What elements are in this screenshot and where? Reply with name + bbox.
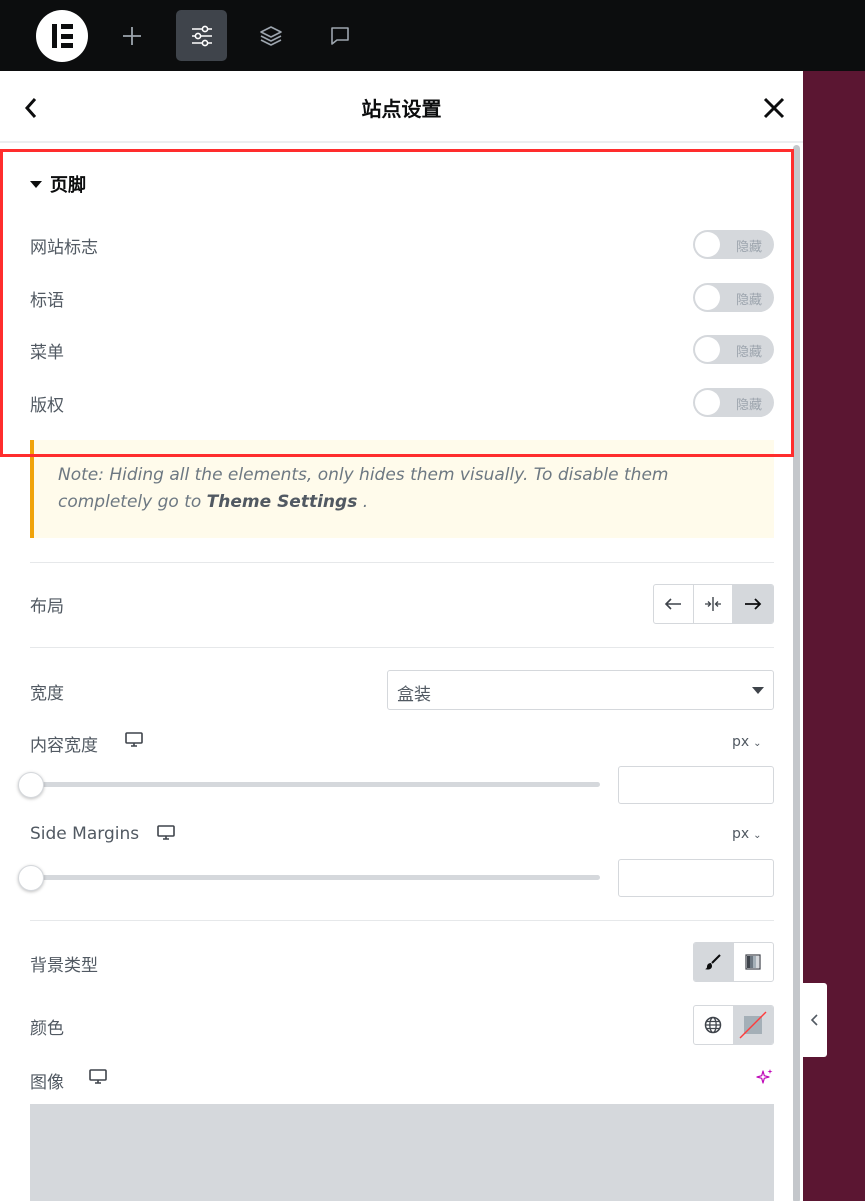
sliders-icon bbox=[191, 25, 212, 46]
side-margins-slider-track[interactable] bbox=[30, 875, 600, 880]
sparkle-icon[interactable] bbox=[756, 1068, 774, 1086]
desktop-icon[interactable] bbox=[125, 732, 143, 748]
brush-icon bbox=[705, 954, 721, 970]
layout-left-button[interactable] bbox=[654, 585, 694, 623]
notice-end: . bbox=[357, 492, 369, 512]
content-width-slider-handle[interactable] bbox=[18, 772, 44, 798]
theme-settings-link[interactable]: Theme Settings bbox=[207, 492, 358, 512]
chevron-left-icon bbox=[810, 1014, 818, 1026]
color-picker-swatch[interactable] bbox=[733, 1006, 773, 1044]
layout-right-button[interactable] bbox=[733, 585, 773, 623]
close-icon bbox=[763, 97, 785, 119]
section-divider bbox=[30, 562, 774, 563]
chat-icon bbox=[330, 26, 349, 45]
collapse-panel-button[interactable] bbox=[803, 983, 827, 1057]
side-margins-input[interactable] bbox=[618, 859, 774, 897]
scrollbar-thumb[interactable] bbox=[793, 145, 800, 1201]
background-type-group bbox=[693, 942, 774, 982]
arrow-right-icon bbox=[745, 598, 762, 610]
section-divider bbox=[30, 647, 774, 648]
background-classic-button[interactable] bbox=[694, 943, 734, 981]
unit-text: px bbox=[732, 826, 750, 842]
chevron-down-icon: ⌄ bbox=[753, 738, 762, 749]
caret-down-icon bbox=[752, 687, 764, 694]
highlight-box bbox=[0, 149, 794, 457]
plus-icon bbox=[122, 26, 141, 45]
width-select-value: 盒装 bbox=[397, 685, 431, 705]
image-chooser[interactable] bbox=[30, 1104, 774, 1201]
color-control-group bbox=[693, 1005, 774, 1045]
layers-icon bbox=[259, 25, 282, 46]
site-settings-panel: 站点设置 页脚 网站标志 隐藏 标语 隐藏 菜单 隐藏 版权 隐藏 Note: … bbox=[0, 71, 803, 1201]
layout-button-group bbox=[653, 584, 774, 624]
layout-label: 布局 bbox=[30, 597, 64, 617]
side-margins-label: Side Margins bbox=[30, 824, 140, 844]
editor-topbar bbox=[0, 0, 865, 71]
globe-icon bbox=[705, 1016, 722, 1034]
layout-center-button[interactable] bbox=[694, 585, 734, 623]
global-colors-button[interactable] bbox=[694, 1006, 734, 1044]
chevron-down-icon: ⌄ bbox=[753, 830, 762, 841]
no-color-icon bbox=[739, 1011, 767, 1039]
page-title: 站点设置 bbox=[361, 97, 442, 121]
close-button[interactable] bbox=[759, 93, 789, 123]
background-gradient-button[interactable] bbox=[734, 943, 774, 981]
content-width-label: 内容宽度 bbox=[30, 736, 98, 756]
width-select[interactable]: 盒装 bbox=[387, 670, 774, 710]
side-margins-unit[interactable]: px ⌄ bbox=[732, 826, 762, 842]
structure-button[interactable] bbox=[245, 10, 296, 61]
image-label: 图像 bbox=[30, 1073, 64, 1093]
content-width-input[interactable] bbox=[618, 766, 774, 804]
color-label: 颜色 bbox=[30, 1019, 64, 1039]
desktop-icon[interactable] bbox=[89, 1069, 107, 1085]
desktop-icon[interactable] bbox=[157, 825, 175, 841]
site-settings-button[interactable] bbox=[176, 10, 227, 61]
header-divider bbox=[0, 141, 803, 143]
gradient-icon bbox=[745, 954, 761, 970]
comments-button[interactable] bbox=[314, 10, 365, 61]
width-label: 宽度 bbox=[30, 684, 64, 704]
unit-text: px bbox=[732, 734, 750, 750]
content-width-slider-track[interactable] bbox=[30, 782, 600, 787]
elementor-logo[interactable] bbox=[36, 10, 88, 62]
section-divider bbox=[30, 920, 774, 921]
background-type-label: 背景类型 bbox=[30, 956, 98, 976]
content-width-unit[interactable]: px ⌄ bbox=[732, 734, 762, 750]
panel-header: 站点设置 bbox=[0, 71, 803, 143]
align-center-icon bbox=[705, 597, 721, 611]
add-element-button[interactable] bbox=[106, 10, 157, 61]
side-margins-slider-handle[interactable] bbox=[18, 865, 44, 891]
arrow-left-icon bbox=[665, 598, 682, 610]
